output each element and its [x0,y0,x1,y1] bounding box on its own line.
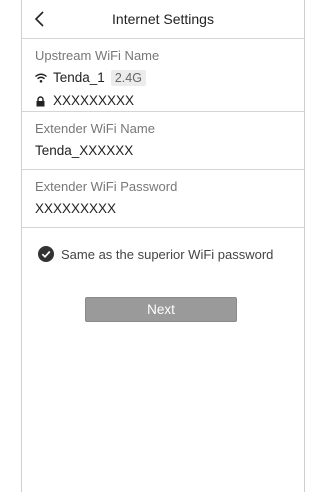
same-password-option[interactable]: Same as the superior WiFi password [22,228,304,264]
band-badge: 2.4G [110,70,146,86]
header-bar: Internet Settings [22,0,304,39]
extender-name-value[interactable]: Tenda_XXXXXX [35,141,291,161]
extender-password-section[interactable]: Extender WiFi Password XXXXXXXXX [22,170,304,228]
extender-name-section[interactable]: Extender WiFi Name Tenda_XXXXXX [22,112,304,170]
page-title: Internet Settings [112,11,214,27]
upstream-section: Upstream WiFi Name Tenda_1 2.4G XXXXXXXX… [22,39,304,112]
lock-icon [35,94,53,108]
upstream-ssid: Tenda_1 [53,70,105,85]
extender-password-value[interactable]: XXXXXXXXX [35,199,291,219]
next-button[interactable]: Next [85,297,237,322]
settings-screen: Internet Settings Upstream WiFi Name Ten… [21,0,305,492]
same-password-label: Same as the superior WiFi password [61,246,274,262]
extender-password-label: Extender WiFi Password [35,179,178,194]
upstream-password-row: XXXXXXXXX [35,91,291,111]
upstream-ssid-row: Tenda_1 2.4G [35,68,291,88]
check-circle-icon[interactable] [38,246,54,262]
wifi-icon [35,71,53,85]
back-button[interactable] [30,9,50,29]
chevron-left-icon [34,11,44,27]
extender-name-label: Extender WiFi Name [35,121,155,136]
upstream-label: Upstream WiFi Name [35,48,160,63]
upstream-password: XXXXXXXXX [53,93,135,108]
